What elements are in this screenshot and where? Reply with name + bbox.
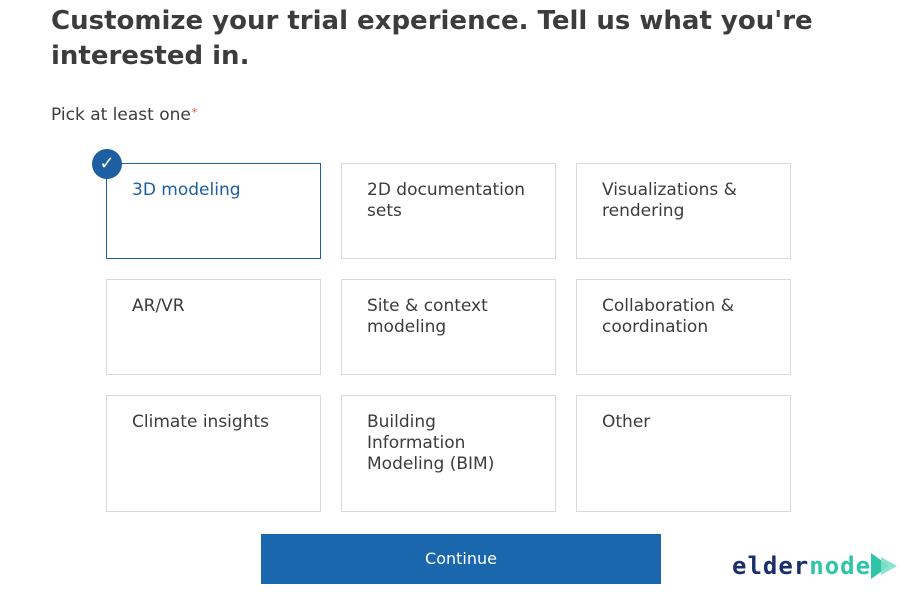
interest-options-grid: ✓ 3D modeling 2D documentation sets Visu… xyxy=(92,149,791,512)
watermark-logo-text: eldernode xyxy=(732,552,872,580)
option-label: Building Information Modeling (BIM) xyxy=(367,412,495,474)
option-label: Climate insights xyxy=(132,412,269,432)
play-arrows-icon xyxy=(871,553,898,579)
option-label: Visualizations & rendering xyxy=(602,180,737,221)
option-label: Other xyxy=(602,412,651,432)
option-tile-3d-modeling[interactable]: ✓ 3D modeling xyxy=(92,149,321,259)
option-tile-other[interactable]: Other xyxy=(576,395,791,512)
required-asterisk: * xyxy=(191,106,198,119)
checkmark-icon: ✓ xyxy=(92,149,122,179)
option-tile-visualizations-rendering[interactable]: Visualizations & rendering xyxy=(576,163,791,259)
page-title: Customize your trial experience. Tell us… xyxy=(51,6,813,71)
option-tile-2d-documentation-sets[interactable]: 2D documentation sets xyxy=(341,163,556,259)
option-tile-climate-insights[interactable]: Climate insights xyxy=(106,395,321,512)
option-label: Collaboration & coordination xyxy=(602,296,734,337)
option-label: AR/VR xyxy=(132,296,185,316)
option-label: 2D documentation sets xyxy=(367,180,526,221)
pick-at-least-one-label: Pick at least one* xyxy=(51,104,197,126)
eldernode-watermark: eldernode xyxy=(732,548,899,584)
option-label: 3D modeling xyxy=(132,180,241,200)
pick-label-text: Pick at least one xyxy=(51,105,191,125)
option-tile-ar-vr[interactable]: AR/VR xyxy=(106,279,321,375)
option-label: Site & context modeling xyxy=(367,296,488,337)
continue-button[interactable]: Continue xyxy=(261,534,661,584)
option-tile-bim[interactable]: Building Information Modeling (BIM) xyxy=(341,395,556,512)
option-tile-collaboration-coordination[interactable]: Collaboration & coordination xyxy=(576,279,791,375)
option-tile-site-context-modeling[interactable]: Site & context modeling xyxy=(341,279,556,375)
